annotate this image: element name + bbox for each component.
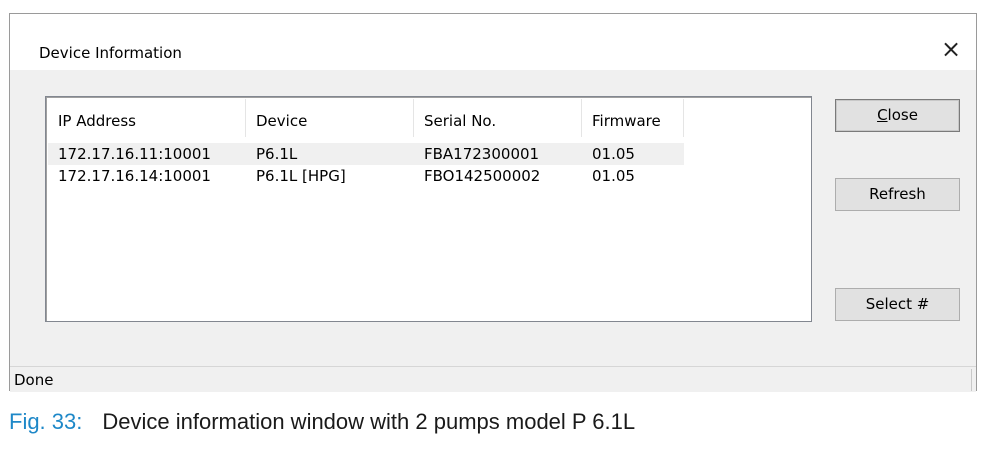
status-bar: Done bbox=[10, 366, 976, 392]
refresh-button[interactable]: Refresh bbox=[835, 178, 960, 211]
close-button-accelerator: C bbox=[877, 106, 888, 124]
cell-firmware: 01.05 bbox=[592, 167, 635, 185]
close-button-label: lose bbox=[887, 106, 918, 124]
device-list[interactable]: IP Address Device Serial No. Firmware 17… bbox=[45, 96, 812, 322]
cell-serial-no: FBO142500002 bbox=[424, 167, 541, 185]
select-button[interactable]: Select # bbox=[835, 288, 960, 321]
figure-caption: Fig. 33: Device information window with 2… bbox=[9, 409, 635, 435]
cell-device: P6.1L [HPG] bbox=[256, 167, 346, 185]
status-text: Done bbox=[14, 371, 54, 389]
table-row[interactable]: 172.17.16.11:10001 P6.1L FBA172300001 01… bbox=[48, 143, 684, 165]
close-icon[interactable]: × bbox=[938, 36, 964, 62]
figure-label: Fig. 33: bbox=[9, 409, 83, 434]
list-header: IP Address Device Serial No. Firmware bbox=[48, 99, 810, 137]
dialog-title: Device Information bbox=[39, 44, 182, 62]
cell-ip-address: 172.17.16.14:10001 bbox=[58, 167, 211, 185]
status-separator bbox=[971, 369, 972, 391]
column-header-serial-no[interactable]: Serial No. bbox=[414, 99, 582, 137]
column-header-ip-address[interactable]: IP Address bbox=[48, 99, 246, 137]
cell-firmware: 01.05 bbox=[592, 145, 635, 163]
column-header-device[interactable]: Device bbox=[246, 99, 414, 137]
cell-ip-address: 172.17.16.11:10001 bbox=[58, 145, 211, 163]
column-header-firmware[interactable]: Firmware bbox=[582, 99, 684, 137]
title-bar: Device Information × bbox=[10, 14, 976, 70]
table-row[interactable]: 172.17.16.14:10001 P6.1L [HPG] FBO142500… bbox=[48, 165, 684, 187]
cell-serial-no: FBA172300001 bbox=[424, 145, 540, 163]
caption-text: Device information window with 2 pumps m… bbox=[102, 409, 636, 434]
cell-device: P6.1L bbox=[256, 145, 298, 163]
device-information-dialog: Device Information × IP Address Device S… bbox=[9, 13, 977, 392]
close-button[interactable]: Close bbox=[835, 99, 960, 132]
